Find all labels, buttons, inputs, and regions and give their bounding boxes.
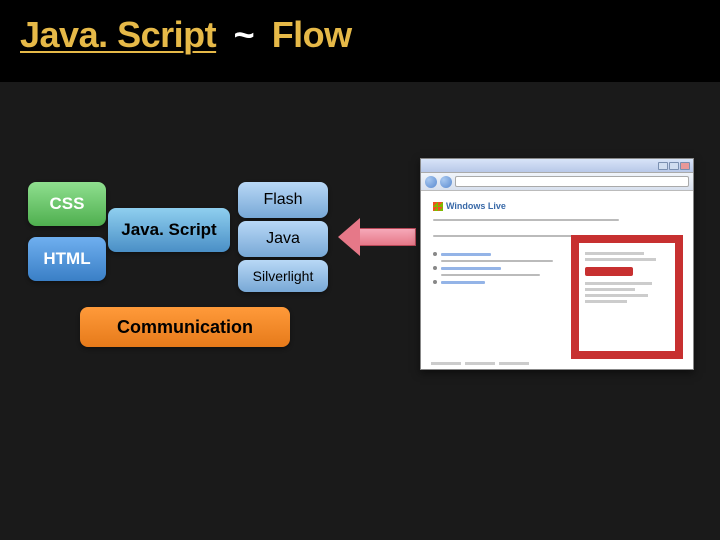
forward-icon (440, 176, 452, 188)
title-part-flow: Flow (272, 14, 352, 55)
page-link (441, 253, 491, 256)
page-link (441, 267, 501, 270)
page-text-line (433, 219, 619, 221)
browser-window: Windows Live (420, 158, 694, 370)
page-text-line (441, 260, 553, 262)
windows-flag-icon (433, 202, 443, 211)
title-part-javascript: Java. Script (20, 14, 216, 55)
slide-body: CSS HTML Java. Script Flash Java Silverl… (0, 82, 720, 540)
block-flash: Flash (238, 182, 328, 218)
highlighted-panel (571, 235, 683, 359)
address-bar (455, 176, 689, 187)
block-silverlight: Silverlight (238, 260, 328, 292)
block-html: HTML (28, 237, 106, 281)
arrow-left-icon (338, 218, 416, 256)
slide-header: Java. Script ~ Flow (0, 0, 720, 82)
block-javascript: Java. Script (108, 208, 230, 252)
block-css: CSS (28, 182, 106, 226)
maximize-icon (669, 162, 679, 170)
back-icon (425, 176, 437, 188)
page-text-line (441, 274, 540, 276)
browser-toolbar (421, 173, 693, 191)
block-java: Java (238, 221, 328, 257)
browser-page: Windows Live (421, 191, 693, 369)
page-text-line (433, 235, 582, 237)
error-badge (585, 267, 633, 276)
page-link (441, 281, 485, 284)
title-separator: ~ (234, 14, 255, 55)
slide-title: Java. Script ~ Flow (20, 14, 700, 56)
windows-live-logo: Windows Live (433, 201, 681, 211)
minimize-icon (658, 162, 668, 170)
block-communication: Communication (80, 307, 290, 347)
browser-titlebar (421, 159, 693, 173)
page-footer (431, 362, 683, 365)
close-icon (680, 162, 690, 170)
